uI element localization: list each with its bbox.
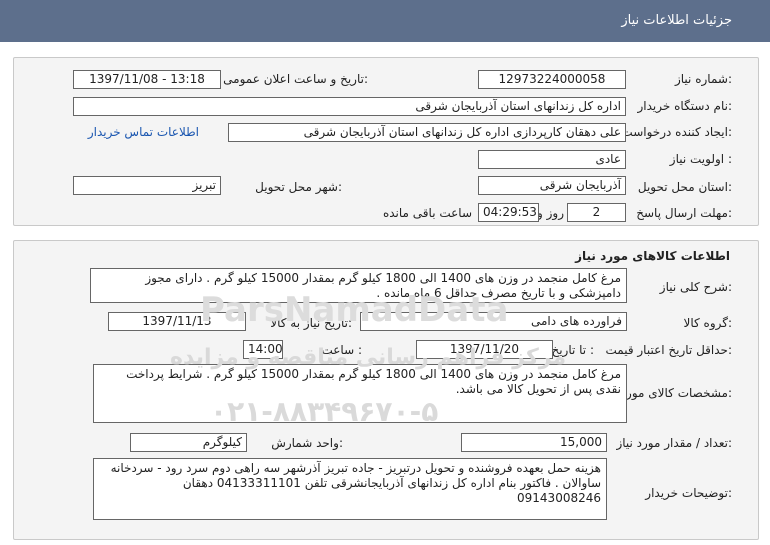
deadline-time-field: 04:29:53 [478,203,539,222]
spec-field: مرغ کامل منجمد در وزن های 1400 الی 1800 … [93,364,627,423]
deadline-label: مهلت ارسال پاسخ: [636,206,732,220]
city-field: تبریز [73,176,221,195]
unit-field: کیلوگرم [130,433,247,452]
province-label: استان محل تحویل: [637,180,732,194]
desc-field: مرغ کامل منجمد در وزن های 1400 الی 1800 … [90,268,627,303]
page-header: جزئیات اطلاعات نیاز [0,0,770,42]
requester-label: ایجاد کننده درخواست: [621,125,732,139]
hour-label: ساعت : [321,343,362,357]
notes-field: هزینه حمل بعهده فروشنده و تحویل درتبریز … [93,458,607,520]
qty-label: تعداد / مقدار مورد نیاز: [616,436,732,450]
qty-field: 15,000 [461,433,607,452]
group-field: فراورده های دامی [360,312,627,331]
need-date-label: تاریخ نیاز به کالا: [270,316,352,330]
province-field: آذربایجان شرقی [478,176,626,195]
until-date-field: 1397/11/20 [416,340,553,359]
desc-label: شرح کلی نیاز: [659,280,732,294]
min-price-label: حداقل تاریخ اعتبار قیمت: [605,343,732,357]
deadline-days-field: 2 [567,203,626,222]
unit-label: واحد شمارش: [271,436,343,450]
until-date-label: تا تاریخ : [551,343,594,357]
requester-field: علی دهقان کارپردازی اداره کل زندانهای اس… [228,123,626,142]
city-label: شهر محل تحویل: [255,180,342,194]
hour-field: 14:00 [243,340,283,359]
priority-field: عادی [478,150,626,169]
buyer-org-label: نام دستگاه خریدار: [637,99,733,113]
announce-label: تاریخ و ساعت اعلان عمومی: [223,72,368,86]
deadline-remaining-label: ساعت باقی مانده [382,206,472,220]
need-date-field: 1397/11/13 [108,312,246,331]
page-title: جزئیات اطلاعات نیاز [621,13,732,28]
buyer-org-field: اداره کل زندانهای استان آذربایجان شرقی [73,97,626,116]
deadline-days-word: روز و [537,206,564,220]
priority-label: اولویت نیاز : [669,152,732,166]
need-number-field: 12973224000058 [478,70,626,89]
goods-section-title: اطلاعات کالاهای مورد نیاز [575,249,730,263]
group-label: گروه کالا: [683,316,733,330]
announce-field: 1397/11/08 - 13:18 [73,70,221,89]
notes-label: توضیحات خریدار: [645,486,732,500]
need-number-label: شماره نیاز: [674,72,732,86]
buyer-contact-link[interactable]: اطلاعات تماس خریدار [88,125,199,139]
